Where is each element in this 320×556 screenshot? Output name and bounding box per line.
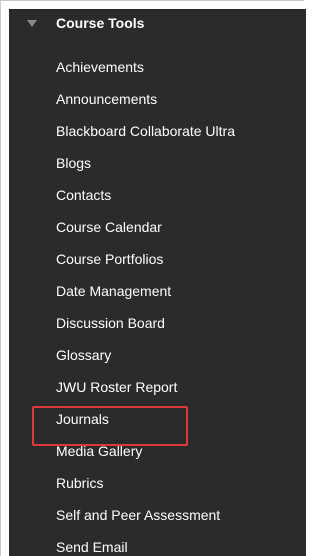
menu-item-label: Media Gallery: [56, 443, 143, 459]
menu-item-discussion-board[interactable]: Discussion Board: [9, 307, 306, 339]
menu-item-rubrics[interactable]: Rubrics: [9, 467, 306, 499]
menu-item-label: Announcements: [56, 91, 158, 107]
menu-item-label: Blogs: [56, 155, 92, 171]
menu-item-blackboard-collaborate-ultra[interactable]: Blackboard Collaborate Ultra: [9, 115, 306, 147]
menu-item-blogs[interactable]: Blogs: [9, 147, 306, 179]
menu-item-label: Discussion Board: [56, 315, 165, 331]
course-tools-panel: Course Tools Achievements Announcements …: [9, 9, 306, 556]
section-title: Course Tools: [56, 15, 145, 31]
menu-item-jwu-roster-report[interactable]: JWU Roster Report: [9, 371, 306, 403]
menu-item-announcements[interactable]: Announcements: [9, 83, 306, 115]
menu-item-date-management[interactable]: Date Management: [9, 275, 306, 307]
menu-item-label: Achievements: [56, 59, 144, 75]
menu-item-self-and-peer-assessment[interactable]: Self and Peer Assessment: [9, 499, 306, 531]
menu-item-media-gallery[interactable]: Media Gallery: [9, 435, 306, 467]
menu-item-label: JWU Roster Report: [56, 379, 178, 395]
menu-item-label: Course Portfolios: [56, 251, 164, 267]
menu-item-label: Glossary: [56, 347, 112, 363]
menu-item-label: Contacts: [56, 187, 112, 203]
course-tools-header[interactable]: Course Tools: [9, 9, 306, 39]
menu-item-glossary[interactable]: Glossary: [9, 339, 306, 371]
menu-item-course-portfolios[interactable]: Course Portfolios: [9, 243, 306, 275]
menu-item-label: Blackboard Collaborate Ultra: [56, 123, 235, 139]
menu-item-label: Date Management: [56, 283, 172, 299]
menu-item-contacts[interactable]: Contacts: [9, 179, 306, 211]
menu-item-label: Self and Peer Assessment: [56, 507, 221, 523]
menu-item-label: Course Calendar: [56, 219, 162, 235]
menu-item-journals[interactable]: Journals: [9, 403, 306, 435]
menu-item-label: Journals: [56, 411, 109, 427]
menu-item-label: Send Email: [56, 539, 128, 555]
menu-item-achievements[interactable]: Achievements: [9, 51, 306, 83]
course-tools-list: Achievements Announcements Blackboard Co…: [9, 51, 306, 556]
chevron-down-icon[interactable]: [27, 20, 37, 27]
menu-item-label: Rubrics: [56, 475, 104, 491]
menu-item-send-email[interactable]: Send Email: [9, 531, 306, 556]
menu-item-course-calendar[interactable]: Course Calendar: [9, 211, 306, 243]
